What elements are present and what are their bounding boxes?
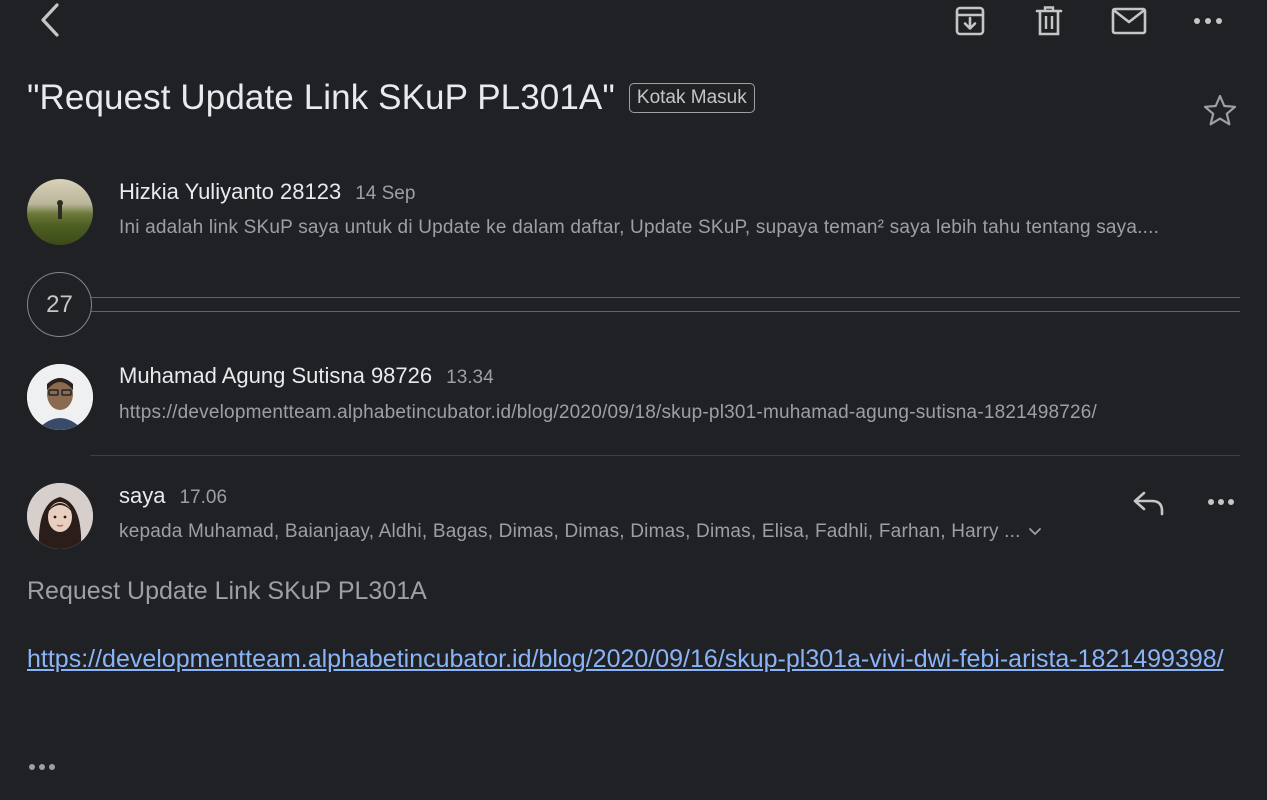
avatar [27,483,93,549]
reply-icon [1132,490,1166,516]
message-body-text: Request Update Link SKuP PL301A [27,577,427,605]
message-time: 17.06 [179,487,228,508]
avatar [27,179,93,245]
more-horizontal-icon [28,758,58,775]
chevron-left-icon [39,3,61,37]
collapsed-divider-top [90,297,1240,298]
show-trimmed-content-button[interactable] [28,758,58,776]
message-snippet: https://developmentteam.alphabetincubato… [119,402,1098,423]
delete-button[interactable] [1032,3,1066,39]
message-more-button[interactable] [1204,492,1238,512]
star-button[interactable] [1202,92,1238,128]
chevron-down-icon [1028,528,1041,536]
toolbar-more-button[interactable] [1190,10,1226,32]
archive-icon [954,5,986,37]
message-time: 14 Sep [355,183,416,204]
star-outline-icon [1203,94,1237,126]
collapsed-divider-bottom [90,311,1240,312]
sender-name: Muhamad Agung Sutisna 98726 [119,363,433,388]
trash-icon [1035,5,1063,37]
subject-row: "Request Update Link SKuP PL301A" Kotak … [27,78,755,118]
more-horizontal-icon [1207,498,1235,506]
more-horizontal-icon [1193,17,1223,25]
email-subject: "Request Update Link SKuP PL301A" [27,78,615,117]
label-chip-inbox[interactable]: Kotak Masuk [628,83,755,113]
archive-button[interactable] [952,3,988,39]
message-time: 13.34 [446,367,494,388]
back-button[interactable] [34,2,66,38]
expanded-message-header: saya 17.06 kepada Muhamad, Baianjaay, Al… [27,483,1240,553]
message-snippet: Ini adalah link SKuP saya untuk di Updat… [119,217,1160,238]
message-item[interactable]: Hizkia Yuliyanto 28123 14 Sep Ini adalah… [27,179,1240,259]
collapsed-messages-count[interactable]: 27 [27,272,92,337]
recipients-toggle[interactable]: kepada Muhamad, Baianjaay, Aldhi, Bagas,… [119,521,1041,543]
message-divider [90,455,1240,456]
sender-name: saya [119,483,166,508]
mail-icon [1111,7,1147,35]
mark-unread-button[interactable] [1108,3,1150,39]
message-body-link[interactable]: https://developmentteam.alphabetincubato… [27,643,1227,676]
reply-button[interactable] [1130,488,1168,518]
message-item[interactable]: Muhamad Agung Sutisna 98726 13.34 https:… [27,363,1240,443]
email-thread-screen: "Request Update Link SKuP PL301A" Kotak … [0,0,1267,800]
sender-name: Hizkia Yuliyanto 28123 [119,179,342,204]
recipients-list: kepada Muhamad, Baianjaay, Aldhi, Bagas,… [119,521,1021,542]
avatar [27,364,93,430]
